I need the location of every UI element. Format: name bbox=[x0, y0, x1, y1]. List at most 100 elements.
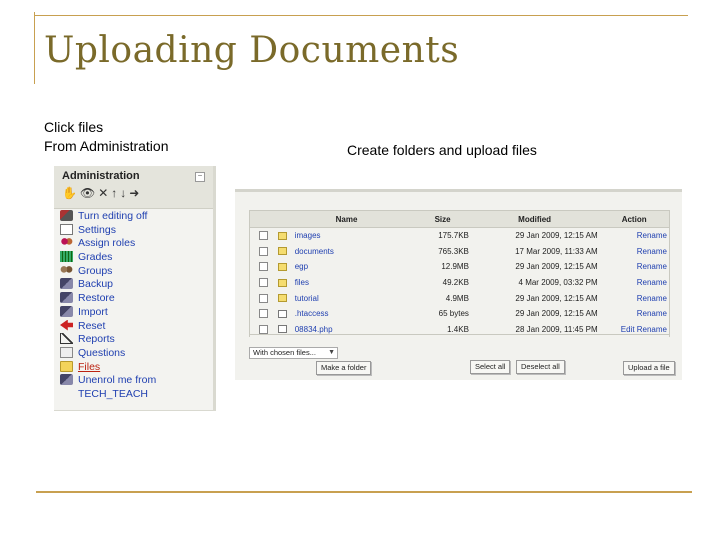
administration-menu: Turn editing off Settings Assign roles G… bbox=[60, 210, 156, 402]
edit-rename-link[interactable]: Edit Rename bbox=[598, 325, 669, 334]
delete-icon[interactable]: ✕ bbox=[98, 186, 108, 200]
file-size: 49.2KB bbox=[442, 278, 469, 288]
menu-item-backup[interactable]: Backup bbox=[60, 278, 156, 292]
decor-bottom-line bbox=[36, 491, 692, 493]
table-row: tutorial 4.9MB 29 Jan 2009, 12:15 AM Ren… bbox=[249, 290, 670, 306]
reset-icon bbox=[60, 319, 73, 331]
menu-item-reports[interactable]: Reports bbox=[60, 333, 156, 347]
decor-top-line bbox=[34, 15, 688, 16]
file-modified: 17 Mar 2009, 11:33 AM bbox=[515, 246, 598, 256]
edit-icon bbox=[60, 210, 73, 221]
file-size: 12.9MB bbox=[441, 262, 469, 272]
menu-item-unenrol[interactable]: Unenrol me from bbox=[60, 374, 156, 388]
menu-item-restore[interactable]: Restore bbox=[60, 292, 156, 306]
menu-item-assign-roles[interactable]: Assign roles bbox=[60, 237, 156, 251]
row-checkbox[interactable] bbox=[259, 278, 269, 288]
file-name-link[interactable]: 08834.php bbox=[295, 325, 333, 334]
header-modified[interactable]: Modified bbox=[470, 215, 599, 224]
rename-link[interactable]: Rename bbox=[598, 231, 669, 240]
caption-left-line2: From Administration bbox=[44, 138, 169, 154]
row-checkbox[interactable] bbox=[259, 293, 269, 303]
menu-item-settings[interactable]: Settings bbox=[60, 223, 156, 238]
file-size: 1.4KB bbox=[447, 324, 469, 334]
make-folder-button[interactable]: Make a folder bbox=[316, 361, 372, 375]
rename-link[interactable]: Rename bbox=[598, 262, 669, 271]
header-name[interactable]: Name bbox=[278, 215, 415, 224]
menu-item-groups[interactable]: Groups bbox=[60, 264, 156, 279]
with-chosen-select[interactable]: With chosen files... ▼ bbox=[249, 347, 338, 359]
file-icon bbox=[277, 309, 287, 318]
caption-left: Click files From Administration bbox=[44, 118, 168, 156]
rename-link[interactable]: Rename bbox=[598, 247, 669, 256]
row-checkbox[interactable] bbox=[259, 324, 269, 334]
file-name-link[interactable]: images bbox=[295, 231, 321, 240]
eye-icon[interactable]: 👁 bbox=[80, 186, 95, 200]
rename-link[interactable]: Rename bbox=[598, 294, 669, 303]
table-row: egp 12.9MB 29 Jan 2009, 12:15 AM Rename bbox=[249, 259, 670, 275]
header-size[interactable]: Size bbox=[415, 215, 470, 224]
deselect-all-button[interactable]: Deselect all bbox=[516, 360, 565, 374]
file-modified: 29 Jan 2009, 12:15 AM bbox=[515, 293, 598, 303]
decor-vertical-line bbox=[34, 12, 35, 84]
row-checkbox[interactable] bbox=[259, 246, 269, 256]
collapse-icon[interactable]: − bbox=[195, 172, 205, 182]
menu-item-turn-editing-off[interactable]: Turn editing off bbox=[60, 210, 156, 224]
folder-icon bbox=[277, 247, 287, 256]
file-name-link[interactable]: documents bbox=[295, 247, 334, 256]
file-name-link[interactable]: egp bbox=[295, 262, 308, 271]
file-modified: 29 Jan 2009, 12:15 AM bbox=[515, 262, 598, 272]
table-row: files 49.2KB 4 Mar 2009, 03:32 PM Rename bbox=[249, 274, 670, 291]
block-tools: ✋ 👁 ✕ ↑ ↓ ➜ bbox=[62, 186, 139, 200]
row-checkbox[interactable] bbox=[259, 309, 269, 319]
spacer-icon bbox=[60, 388, 73, 399]
move-right-icon[interactable]: ➜ bbox=[129, 186, 139, 200]
folder-icon bbox=[60, 360, 73, 372]
move-down-icon[interactable]: ↓ bbox=[120, 186, 126, 200]
rename-link[interactable]: Rename bbox=[598, 278, 669, 287]
restore-icon bbox=[60, 292, 73, 304]
menu-item-questions[interactable]: Questions bbox=[60, 346, 156, 361]
folder-icon bbox=[277, 294, 287, 303]
menu-item-files[interactable]: Files bbox=[60, 360, 156, 375]
file-name-link[interactable]: .htaccess bbox=[295, 309, 329, 318]
file-table-header: Name Size Modified Action bbox=[249, 210, 670, 228]
table-bottom-divider bbox=[249, 334, 670, 335]
unenrol-icon bbox=[60, 374, 73, 386]
file-table: Name Size Modified Action images 175.7KB… bbox=[249, 210, 670, 338]
administration-header: Administration − ✋ 👁 ✕ ↑ ↓ ➜ bbox=[54, 166, 213, 209]
upload-file-button[interactable]: Upload a file bbox=[623, 361, 675, 375]
caption-right: Create folders and upload files bbox=[347, 142, 537, 158]
rename-link[interactable]: Rename bbox=[598, 309, 669, 318]
table-row: images 175.7KB 29 Jan 2009, 12:15 AM Ren… bbox=[249, 228, 670, 244]
file-size: 765.3KB bbox=[438, 246, 469, 256]
file-modified: 4 Mar 2009, 03:32 PM bbox=[518, 278, 598, 288]
folder-icon bbox=[277, 262, 287, 271]
row-checkbox[interactable] bbox=[259, 231, 269, 241]
settings-icon bbox=[60, 223, 73, 235]
table-row: documents 765.3KB 17 Mar 2009, 11:33 AM … bbox=[249, 243, 670, 260]
select-all-button[interactable]: Select all bbox=[470, 360, 511, 374]
menu-item-grades[interactable]: Grades bbox=[60, 251, 156, 265]
administration-title: Administration bbox=[62, 170, 140, 182]
with-chosen-value: With chosen files... bbox=[253, 348, 316, 357]
table-row: .htaccess 65 bytes 29 Jan 2009, 12:15 AM… bbox=[249, 305, 670, 322]
move-up-icon[interactable]: ↑ bbox=[111, 186, 117, 200]
administration-block: Administration − ✋ 👁 ✕ ↑ ↓ ➜ Turn editin… bbox=[54, 166, 216, 411]
file-name-link[interactable]: files bbox=[295, 278, 309, 287]
file-name-link[interactable]: tutorial bbox=[295, 294, 319, 303]
file-size: 4.9MB bbox=[445, 293, 469, 303]
grades-icon bbox=[60, 251, 73, 263]
menu-item-unenrol-course[interactable]: TECH_TEACH bbox=[60, 388, 156, 402]
menu-item-reset[interactable]: Reset bbox=[60, 319, 156, 334]
hand-icon[interactable]: ✋ bbox=[62, 186, 77, 200]
caption-left-line1: Click files bbox=[44, 119, 104, 135]
file-modified: 28 Jan 2009, 11:45 PM bbox=[515, 324, 598, 334]
header-action: Action bbox=[621, 214, 647, 224]
chevron-down-icon: ▼ bbox=[328, 349, 335, 356]
menu-item-import[interactable]: Import bbox=[60, 305, 156, 320]
row-checkbox[interactable] bbox=[259, 262, 269, 272]
groups-icon bbox=[60, 264, 73, 276]
slide-title: Uploading Documents bbox=[44, 30, 460, 71]
file-modified: 29 Jan 2009, 12:15 AM bbox=[515, 231, 598, 241]
import-icon bbox=[60, 305, 73, 317]
